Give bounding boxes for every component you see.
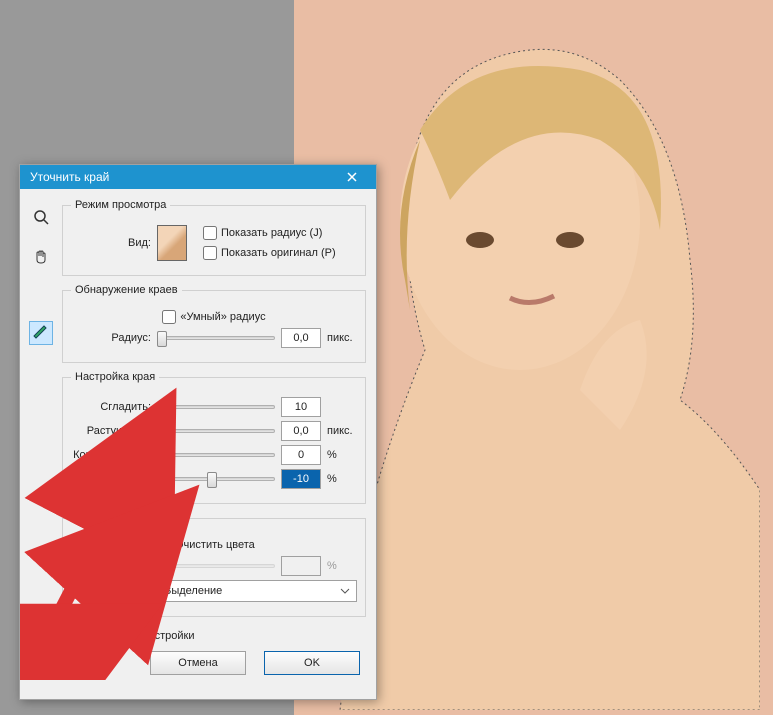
feather-label: Растушевка: <box>71 425 151 437</box>
hand-tool[interactable] <box>29 245 53 269</box>
tool-column <box>26 199 56 685</box>
radius-unit: пикс. <box>327 332 357 344</box>
smooth-slider[interactable] <box>157 399 275 415</box>
edge-adjust-group: Настройка края Сгладить: Растушевка: пик… <box>62 371 366 504</box>
smart-radius-checkbox[interactable]: «Умный» радиус <box>162 310 265 324</box>
output-to-label: Вывод в: <box>71 585 151 597</box>
contrast-input[interactable] <box>281 445 321 465</box>
edge-detection-group: Обнаружение краев «Умный» радиус Радиус:… <box>62 284 366 363</box>
output-legend: Вывод <box>71 512 112 524</box>
ok-button[interactable]: OK <box>264 651 360 675</box>
feather-unit: пикс. <box>327 425 357 437</box>
effect-label: Эффект: <box>71 560 151 572</box>
shift-unit: % <box>327 473 357 485</box>
radius-slider[interactable] <box>157 330 275 346</box>
show-original-checkbox[interactable]: Показать оригинал (P) <box>203 246 336 260</box>
effect-input <box>281 556 321 576</box>
feather-input[interactable] <box>281 421 321 441</box>
smooth-label: Сгладить: <box>71 401 151 413</box>
smooth-input[interactable] <box>281 397 321 417</box>
close-button[interactable] <box>334 167 370 187</box>
portrait-selection <box>320 30 760 710</box>
output-group: Вывод Очистить цвета Эффект: % Вывод в: … <box>62 512 366 617</box>
radius-input[interactable] <box>281 328 321 348</box>
view-label: Вид: <box>71 237 151 249</box>
shift-slider[interactable] <box>157 471 275 487</box>
close-icon <box>347 172 357 182</box>
effect-unit: % <box>327 560 357 572</box>
output-value: Выделение <box>164 585 222 597</box>
contrast-label: Контрастность: <box>71 449 151 461</box>
shift-input[interactable] <box>281 469 321 489</box>
edge-detect-legend: Обнаружение краев <box>71 284 182 296</box>
show-radius-checkbox[interactable]: Показать радиус (J) <box>203 226 336 240</box>
shift-label: Сместить край: <box>71 473 151 485</box>
titlebar[interactable]: Уточнить край <box>20 165 376 189</box>
refine-edge-dialog: Уточнить край Режим просмотра Вид: Показ… <box>19 164 377 700</box>
contrast-unit: % <box>327 449 357 461</box>
view-thumbnail[interactable] <box>157 225 187 261</box>
zoom-tool[interactable] <box>29 205 53 229</box>
feather-slider[interactable] <box>157 423 275 439</box>
view-mode-group: Режим просмотра Вид: Показать радиус (J)… <box>62 199 366 276</box>
cancel-button[interactable]: Отмена <box>150 651 246 675</box>
edge-adjust-legend: Настройка края <box>71 371 159 383</box>
remember-checkbox[interactable]: Запомнить настройки <box>66 629 366 643</box>
refine-brush-tool[interactable] <box>29 321 53 345</box>
clean-colors-checkbox[interactable]: Очистить цвета <box>157 538 255 552</box>
radius-label: Радиус: <box>71 332 151 344</box>
dialog-title: Уточнить край <box>30 170 109 184</box>
effect-slider <box>157 558 275 574</box>
magnifier-icon <box>33 209 49 225</box>
chevron-down-icon <box>340 588 350 594</box>
output-dropdown[interactable]: Выделение <box>157 580 357 602</box>
view-mode-legend: Режим просмотра <box>71 199 170 211</box>
brush-icon <box>33 325 49 341</box>
contrast-slider[interactable] <box>157 447 275 463</box>
hand-icon <box>33 249 49 265</box>
